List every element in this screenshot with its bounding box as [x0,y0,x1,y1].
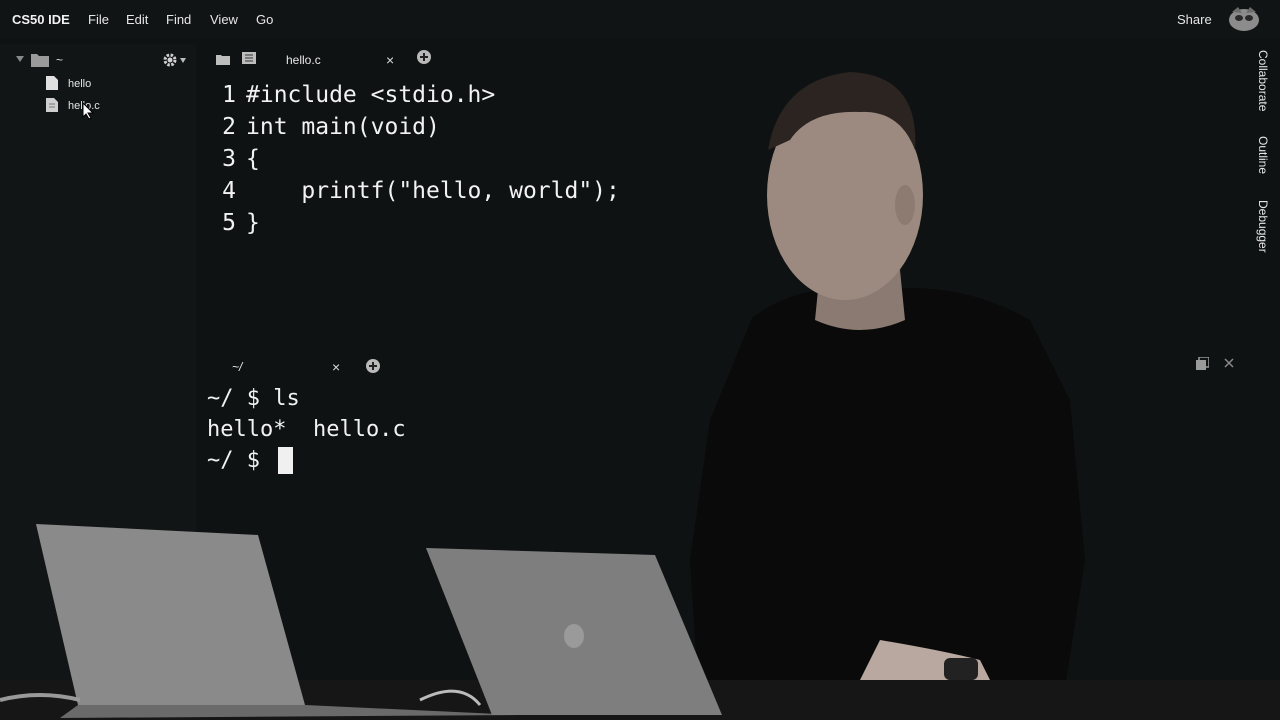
tab-hello-c[interactable]: hello.c × [268,44,408,74]
close-icon[interactable]: × [332,359,340,375]
app-brand: CS50 IDE [12,12,70,27]
c-file-icon [46,98,58,112]
tab-label: hello.c [286,53,321,67]
line-number: 3 [222,146,236,172]
line-number: 1 [222,82,236,108]
chevron-down-icon[interactable] [180,58,186,63]
line-number: 5 [222,210,236,236]
terminal-tab-bar [200,352,1240,382]
avatar[interactable] [1226,4,1262,34]
document-list-icon[interactable] [242,52,256,64]
code-line: } [246,210,260,236]
code-line: int main(void) [246,114,440,140]
line-gutter: 1 2 3 4 5 [200,76,238,348]
tree-root-label: ~ [56,53,64,67]
mouse-pointer-icon [82,102,94,120]
chevron-down-icon[interactable] [16,55,24,63]
line-number: 2 [222,114,236,140]
tab-terminal[interactable]: ~/ × [212,352,352,382]
terminal-line: hello* hello.c [207,417,406,442]
file-icon [46,76,58,90]
panel-collaborate[interactable]: Collaborate [1256,50,1270,111]
menu-view[interactable]: View [210,12,238,27]
folder-icon [31,54,49,67]
menu-bar: CS50 IDE File Edit Find View Go Share [0,0,1280,38]
terminal-cursor [278,447,293,474]
menu-edit[interactable]: Edit [126,12,148,27]
share-button[interactable]: Share [1177,12,1212,27]
code-line: #include <stdio.h> [246,82,496,108]
menu-file[interactable]: File [88,12,109,27]
file-name: hello [68,78,92,90]
terminal-line: ~/ $ ls [207,386,300,411]
folder-icon[interactable] [216,54,230,65]
line-number: 4 [222,178,236,204]
terminal-line: ~/ $ [207,448,274,473]
add-tab-icon[interactable] [366,359,380,373]
menu-go[interactable]: Go [256,12,273,27]
menu-find[interactable]: Find [166,12,191,27]
panel-outline[interactable]: Outline [1256,136,1270,174]
maximize-icon[interactable] [1196,357,1209,370]
close-icon[interactable]: × [386,52,394,68]
tab-label: ~/ [232,360,243,374]
panel-debugger[interactable]: Debugger [1256,200,1270,253]
code-line: { [246,146,260,172]
file-tree-panel: ~ [0,44,196,720]
add-tab-icon[interactable] [417,50,431,64]
gear-icon[interactable] [162,52,178,68]
code-line: printf("hello, world"); [246,178,620,204]
close-icon[interactable] [1224,358,1234,368]
